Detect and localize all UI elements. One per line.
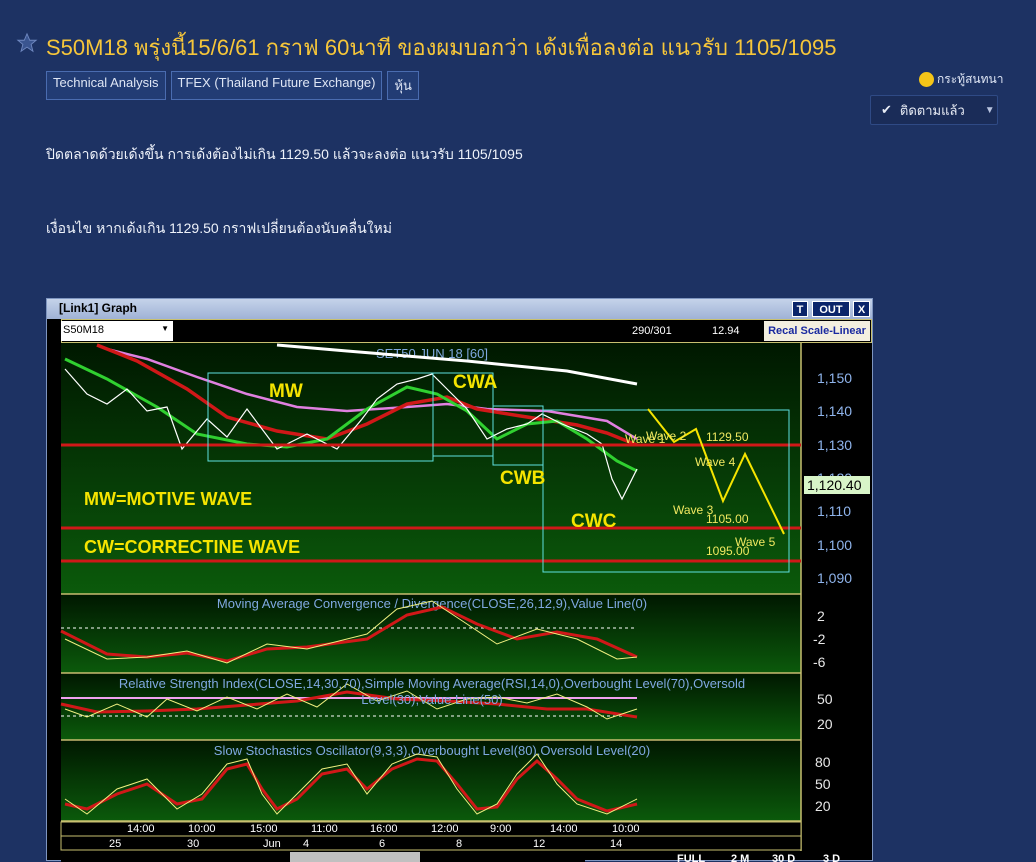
post-title: S50M18 พรุ่งนี้15/6/61 กราฟ 60นาที ของผม…	[46, 35, 837, 60]
chart-element: 14:00	[127, 823, 155, 835]
chart-element: 80 50 20	[815, 754, 831, 814]
chart-element: 10:00	[612, 823, 640, 835]
time-axis: 14:00 10:00 15:00 11:00 16:00 12:00 9:00 14:00 1…	[127, 823, 640, 835]
toolbar-value: 12.94	[712, 325, 740, 337]
chevron-down-icon: ▼	[984, 104, 995, 116]
t-button[interactable]: T	[792, 301, 808, 317]
chart-element: 14:00	[550, 823, 578, 835]
chart-element: 50	[815, 776, 831, 792]
wave2-label: Wave 2	[646, 429, 687, 443]
wave4-label: Wave 4	[695, 455, 736, 469]
smiley-icon	[919, 72, 934, 87]
support1-label: 1105.00	[706, 512, 749, 526]
out-button[interactable]: OUT	[812, 301, 850, 317]
check-icon: ✔	[881, 102, 892, 117]
tag-stock[interactable]: หุ้น	[387, 71, 419, 100]
symbol-select[interactable]: S50M18 ▼	[61, 321, 173, 341]
cwb-label: CWB	[500, 468, 545, 489]
support2-label: 1095.00	[706, 544, 750, 558]
chart-canvas[interactable]: SET50 JUN 18 [60] MW CWA CWB CWC MW=MOTI…	[47, 343, 874, 862]
chart-element: 1,090	[817, 570, 852, 586]
chart-element: 1,110	[817, 503, 851, 519]
dropdown-arrow-icon: ▼	[161, 324, 169, 333]
cwa-label: CWA	[453, 372, 498, 393]
chart-element: Jun	[263, 838, 281, 850]
close-button[interactable]: X	[853, 301, 870, 317]
chart-element: -2	[813, 631, 826, 647]
chart-element: 50 20	[817, 691, 833, 732]
chart-element	[16, 32, 38, 53]
tag-tfex[interactable]: TFEX (Thailand Future Exchange)	[170, 71, 383, 100]
chart-element: 30	[187, 838, 199, 850]
chart-element: 10:00	[188, 823, 216, 835]
discussion-label: กระทู้สนทนา	[919, 70, 1003, 89]
chart-element: 9:00	[490, 823, 511, 835]
rsi-title-cont: Level(30),Value Line(50)	[361, 692, 502, 707]
chart-element: 1,100	[817, 537, 852, 553]
chart-element: 6	[379, 838, 385, 850]
tag-technical-analysis[interactable]: Technical Analysis	[46, 71, 166, 100]
chart-element: 50	[817, 691, 833, 707]
chart-element: 11:00	[311, 823, 338, 835]
chart-element: 1,150	[817, 370, 852, 386]
follow-label: ติดตามแล้ว	[899, 102, 965, 118]
cwc-label: CWC	[571, 511, 617, 532]
graph-window-title: [Link1] Graph	[47, 299, 872, 319]
chart-element: 4	[303, 838, 309, 850]
graph-window: [Link1] Graph T OUT X S50M18 ▼ 290/301 12…	[46, 298, 874, 862]
favorite-star-icon[interactable]	[16, 32, 38, 54]
chart-element: 20	[817, 716, 833, 732]
chart-element: -6	[813, 654, 826, 670]
chart-element: 80	[815, 754, 831, 770]
tag-list: Technical Analysis TFEX (Thailand Future…	[46, 71, 419, 100]
follow-button[interactable]: ✔ ติดตามแล้ว ▼	[870, 95, 998, 125]
recal-scale-button[interactable]: Recal Scale-Linear	[764, 321, 870, 341]
symbol-value: S50M18	[63, 324, 104, 336]
chart-element: 2 -2 -6	[813, 608, 826, 670]
resistance-label: 1129.50	[706, 430, 749, 444]
last-price: 1,120.40	[807, 477, 862, 493]
chart-element: 2	[817, 608, 825, 624]
chart-element: 25	[109, 838, 121, 850]
chart-element: 15:00	[250, 823, 278, 835]
chart-element: 12	[533, 838, 545, 850]
chart-element: 16:00	[370, 823, 398, 835]
post-paragraph: ปิดตลาดด้วยเด้งขึ้น การเด้งต้องไม่เกิน 1…	[46, 146, 523, 162]
chart-element: 12:00	[431, 823, 459, 835]
legend-motive-wave: MW=MOTIVE WAVE	[84, 489, 252, 509]
graph-toolbar	[61, 319, 872, 343]
chart-element: 20	[815, 798, 831, 814]
chart-element: 1,140	[817, 403, 852, 419]
bar-count: 290/301	[632, 325, 672, 337]
discussion-text: กระทู้สนทนา	[937, 72, 1004, 86]
chart-element: 8	[456, 838, 462, 850]
legend-corrective-wave: CW=CORRECTINE WAVE	[84, 537, 300, 557]
chart-element: 1,130	[817, 437, 852, 453]
mw-label: MW	[269, 381, 303, 402]
post-paragraph: เงื่อนไข หากเด้งเกิน 1129.50 กราฟเปลี่ยน…	[46, 220, 392, 236]
chart-element: 14	[610, 838, 622, 850]
rsi-title: Relative Strength Index(CLOSE,14,30,70),…	[119, 676, 745, 691]
